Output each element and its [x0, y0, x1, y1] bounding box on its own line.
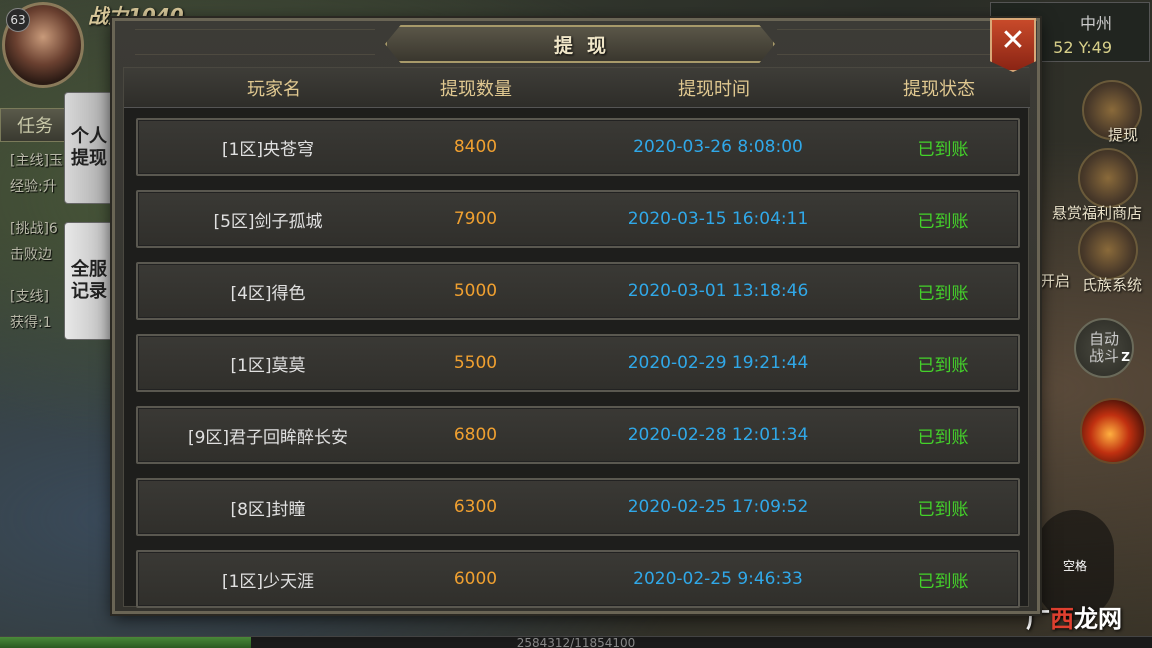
map-name: 中州 — [1079, 14, 1112, 33]
player-name: [1区]莫莫 — [230, 355, 306, 376]
tab-server-records[interactable]: 全服 记录 — [64, 222, 114, 340]
tab-all-label-line1: 全服 — [71, 259, 107, 280]
table-row: [1区]央苍穹 8400 2020-03-26 8:08:00 已到账 — [136, 118, 1020, 176]
auto-battle-button[interactable]: 自动 战斗 — [1074, 318, 1134, 378]
watermark-accent: 西 — [1050, 605, 1074, 633]
quest-log-line: [支线] — [10, 289, 49, 305]
bounty-shop-label: 悬赏福利商店 — [1051, 204, 1142, 222]
table-header: 玩家名 提现数量 提现时间 提现状态 — [124, 68, 1030, 108]
withdraw-time: 2020-02-28 12:01:34 — [627, 425, 809, 445]
column-header-amount: 提现数量 — [440, 79, 512, 100]
withdraw-status: 已到账 — [917, 427, 969, 448]
withdraw-status: 已到账 — [917, 499, 969, 520]
withdraw-time: 2020-02-25 9:46:33 — [633, 569, 803, 589]
auto-battle-label-line1: 自动 — [1088, 330, 1119, 348]
player-name: [9区]君子回眸醉长安 — [187, 427, 349, 448]
table-row: [4区]得色 5000 2020-03-01 13:18:46 已到账 — [136, 262, 1020, 320]
withdraw-amount: 5000 — [453, 281, 498, 301]
table-row: [1区]莫莫 5500 2020-02-29 19:21:44 已到账 — [136, 334, 1020, 392]
column-header-time: 提现时间 — [678, 79, 750, 100]
withdraw-panel: 提现 玩家名 提现数量 提现时间 提现状态 [1区]央苍穹 8400 2020-… — [112, 18, 1040, 614]
watermark-suffix: 龙网 — [1074, 605, 1122, 633]
player-name: [1区]少天涯 — [221, 571, 315, 592]
quest-log-line: 获得:1 — [10, 315, 52, 331]
withdraw-status: 已到账 — [917, 139, 969, 160]
withdraw-amount: 6000 — [453, 569, 498, 589]
player-name: [1区]央苍穹 — [221, 139, 315, 160]
player-name: [8区]封瞳 — [230, 499, 306, 520]
panel-title-plate: 提现 — [385, 25, 775, 63]
withdraw-amount: 6800 — [453, 425, 498, 445]
withdraw-label: 提现 — [1107, 126, 1138, 144]
player-name: [4区]得色 — [230, 283, 306, 304]
tab-personal-label-line2: 提现 — [71, 148, 107, 169]
level-badge: 63 — [6, 8, 30, 32]
close-button[interactable]: ✕ — [990, 18, 1036, 72]
bounty-shop-icon[interactable] — [1078, 148, 1138, 208]
close-icon: ✕ — [1000, 23, 1026, 58]
auto-battle-label-line2: 战斗 — [1088, 347, 1119, 365]
withdraw-time: 2020-03-26 8:08:00 — [633, 137, 803, 157]
withdraw-status: 已到账 — [917, 283, 969, 304]
quest-log-line: 击败边 — [10, 247, 52, 263]
withdraw-amount: 6300 — [453, 497, 498, 517]
map-coordinates: 52 Y:49 — [1053, 38, 1112, 57]
title-decoration-right — [777, 29, 1017, 55]
open-hint-label: 开启 — [1039, 272, 1070, 290]
withdraw-status: 已到账 — [917, 211, 969, 232]
column-header-status: 提现状态 — [903, 79, 975, 100]
withdraw-time: 2020-02-29 19:21:44 — [627, 353, 809, 373]
withdraw-amount: 7900 — [453, 209, 498, 229]
site-watermark: 广西龙网 — [1026, 599, 1122, 634]
table-row: [9区]君子回眸醉长安 6800 2020-02-28 12:01:34 已到账 — [136, 406, 1020, 464]
withdraw-status: 已到账 — [917, 355, 969, 376]
withdraw-status: 已到账 — [917, 571, 969, 592]
quest-log-line: 经验:升 — [10, 179, 57, 195]
tab-all-label-line2: 记录 — [71, 281, 107, 302]
withdraw-time: 2020-03-01 13:18:46 — [627, 281, 809, 301]
task-tab[interactable]: 任务 — [0, 108, 70, 142]
table-row: [8区]封瞳 6300 2020-02-25 17:09:52 已到账 — [136, 478, 1020, 536]
tab-personal-withdraw[interactable]: 个人 提现 — [64, 92, 114, 204]
tab-personal-label-line1: 个人 — [71, 126, 107, 147]
player-name: [5区]剑子孤城 — [213, 211, 323, 232]
table-row: [5区]剑子孤城 7900 2020-03-15 16:04:11 已到账 — [136, 190, 1020, 248]
withdraw-time: 2020-02-25 17:09:52 — [627, 497, 809, 517]
quest-log-line: [挑战]6 — [10, 221, 58, 237]
experience-text: 2584312/11854100 — [516, 636, 636, 648]
space-key-label: 空格 — [1062, 558, 1087, 573]
auto-battle-hotkey: Z — [1121, 350, 1130, 364]
clan-system-icon[interactable] — [1078, 220, 1138, 280]
withdraw-time: 2020-03-15 16:04:11 — [627, 209, 809, 229]
quest-log-line: [主线]玉 — [10, 153, 63, 169]
records-table: 玩家名 提现数量 提现时间 提现状态 [1区]央苍穹 8400 2020-03-… — [123, 67, 1030, 608]
table-row: [1区]少天涯 6000 2020-02-25 9:46:33 已到账 — [136, 550, 1020, 608]
withdraw-amount: 5500 — [453, 353, 498, 373]
withdraw-amount: 8400 — [453, 137, 498, 157]
clan-system-label: 氏族系统 — [1081, 276, 1142, 294]
fire-skill-button[interactable] — [1080, 398, 1146, 464]
title-decoration-left — [135, 29, 375, 55]
column-header-player: 玩家名 — [247, 79, 301, 100]
panel-title: 提现 — [553, 34, 620, 57]
